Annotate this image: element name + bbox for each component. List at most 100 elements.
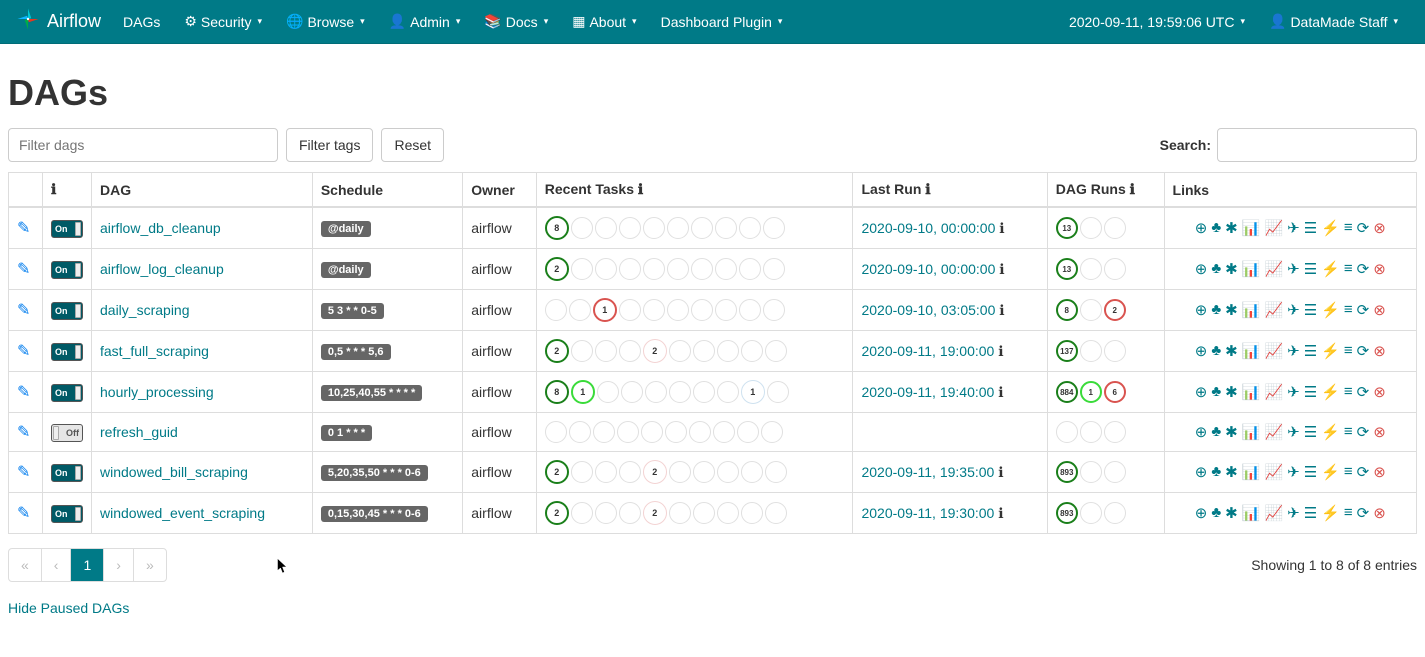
col-dag[interactable]: DAG — [92, 173, 313, 208]
run-circle[interactable]: 13 — [1056, 258, 1078, 280]
gantt-icon[interactable]: ☰ — [1304, 342, 1317, 360]
page-next[interactable]: › — [104, 549, 134, 581]
run-circle[interactable]: 893 — [1056, 461, 1078, 483]
last-run-link[interactable]: 2020-09-11, 19:35:00 — [861, 464, 994, 480]
last-run-link[interactable]: 2020-09-10, 03:05:00 — [861, 302, 995, 318]
info-icon[interactable]: ℹ — [925, 181, 930, 197]
col-schedule[interactable]: Schedule — [312, 173, 462, 208]
run-circle[interactable]: 1 — [1080, 381, 1102, 403]
schedule-badge[interactable]: 5,20,35,50 * * * 0-6 — [321, 465, 428, 481]
landing-icon[interactable]: ✈ — [1287, 342, 1300, 360]
duration-icon[interactable]: 📊 — [1242, 342, 1261, 360]
trigger-icon[interactable]: ⊕ — [1195, 219, 1208, 237]
info-icon[interactable]: ℹ — [638, 181, 643, 197]
trigger-icon[interactable]: ⊕ — [1195, 423, 1208, 441]
brand-link[interactable]: Airflow — [15, 6, 101, 37]
info-icon[interactable]: ℹ — [994, 384, 1003, 400]
delete-icon[interactable]: ⊗ — [1373, 504, 1386, 522]
code-icon[interactable]: ⚡ — [1321, 219, 1340, 237]
task-circle[interactable]: 2 — [545, 257, 569, 281]
tries-icon[interactable]: 📈 — [1264, 423, 1283, 441]
nav-browse[interactable]: 🌐 Browse▾ — [274, 0, 377, 43]
dag-link[interactable]: airflow_db_cleanup — [100, 220, 221, 236]
edit-icon[interactable]: ✎ — [17, 424, 30, 441]
tries-icon[interactable]: 📈 — [1264, 383, 1283, 401]
dag-toggle[interactable]: Off — [51, 424, 83, 442]
nav-user[interactable]: 👤 DataMade Staff▾ — [1257, 0, 1410, 43]
dag-toggle[interactable]: On — [51, 220, 83, 238]
tries-icon[interactable]: 📈 — [1264, 260, 1283, 278]
duration-icon[interactable]: 📊 — [1242, 423, 1261, 441]
page-1[interactable]: 1 — [71, 549, 104, 581]
nav-dashboard-plugin[interactable]: Dashboard Plugin▾ — [649, 0, 795, 43]
nav-clock[interactable]: 2020-09-11, 19:59:06 UTC▾ — [1057, 0, 1257, 43]
tree-icon[interactable]: ♣ — [1211, 423, 1221, 441]
run-circle[interactable]: 893 — [1056, 502, 1078, 524]
graph-icon[interactable]: ✱ — [1225, 342, 1238, 360]
nav-docs[interactable]: 📚 Docs▾ — [472, 0, 560, 43]
trigger-icon[interactable]: ⊕ — [1195, 504, 1208, 522]
task-circle[interactable]: 8 — [545, 380, 569, 404]
trigger-icon[interactable]: ⊕ — [1195, 463, 1208, 481]
delete-icon[interactable]: ⊗ — [1373, 423, 1386, 441]
tree-icon[interactable]: ♣ — [1211, 383, 1221, 401]
tries-icon[interactable]: 📈 — [1264, 219, 1283, 237]
edit-icon[interactable]: ✎ — [17, 261, 30, 278]
trigger-icon[interactable]: ⊕ — [1195, 260, 1208, 278]
schedule-badge[interactable]: 0,15,30,45 * * * 0-6 — [321, 506, 428, 522]
duration-icon[interactable]: 📊 — [1242, 301, 1261, 319]
logs-icon[interactable]: ≡ — [1344, 301, 1353, 319]
edit-icon[interactable]: ✎ — [17, 384, 30, 401]
trigger-icon[interactable]: ⊕ — [1195, 383, 1208, 401]
logs-icon[interactable]: ≡ — [1344, 342, 1353, 360]
nav-admin[interactable]: 👤 Admin▾ — [377, 0, 473, 43]
refresh-icon[interactable]: ⟳ — [1357, 301, 1370, 319]
filter-tags-button[interactable]: Filter tags — [286, 128, 373, 162]
duration-icon[interactable]: 📊 — [1242, 463, 1261, 481]
dag-link[interactable]: hourly_processing — [100, 384, 214, 400]
run-circle[interactable]: 8 — [1056, 299, 1078, 321]
delete-icon[interactable]: ⊗ — [1373, 383, 1386, 401]
graph-icon[interactable]: ✱ — [1225, 423, 1238, 441]
info-icon[interactable]: ℹ — [994, 505, 1003, 521]
filter-dags-input[interactable] — [8, 128, 278, 162]
refresh-icon[interactable]: ⟳ — [1357, 342, 1370, 360]
refresh-icon[interactable]: ⟳ — [1357, 260, 1370, 278]
duration-icon[interactable]: 📊 — [1242, 504, 1261, 522]
info-icon[interactable]: ℹ — [994, 343, 1003, 359]
edit-icon[interactable]: ✎ — [17, 343, 30, 360]
refresh-icon[interactable]: ⟳ — [1357, 463, 1370, 481]
landing-icon[interactable]: ✈ — [1287, 383, 1300, 401]
task-circle[interactable]: 2 — [643, 460, 667, 484]
gantt-icon[interactable]: ☰ — [1304, 504, 1317, 522]
graph-icon[interactable]: ✱ — [1225, 383, 1238, 401]
task-circle[interactable]: 2 — [643, 339, 667, 363]
landing-icon[interactable]: ✈ — [1287, 260, 1300, 278]
dag-link[interactable]: daily_scraping — [100, 302, 190, 318]
nav-dags[interactable]: DAGs — [111, 0, 172, 43]
tries-icon[interactable]: 📈 — [1264, 301, 1283, 319]
dag-link[interactable]: windowed_event_scraping — [100, 505, 265, 521]
gantt-icon[interactable]: ☰ — [1304, 383, 1317, 401]
logs-icon[interactable]: ≡ — [1344, 423, 1353, 441]
info-icon[interactable]: ℹ — [995, 220, 1004, 236]
landing-icon[interactable]: ✈ — [1287, 301, 1300, 319]
landing-icon[interactable]: ✈ — [1287, 219, 1300, 237]
tree-icon[interactable]: ♣ — [1211, 260, 1221, 278]
edit-icon[interactable]: ✎ — [17, 220, 30, 237]
code-icon[interactable]: ⚡ — [1321, 423, 1340, 441]
run-circle[interactable]: 13 — [1056, 217, 1078, 239]
dag-link[interactable]: refresh_guid — [100, 424, 178, 440]
gantt-icon[interactable]: ☰ — [1304, 423, 1317, 441]
graph-icon[interactable]: ✱ — [1225, 260, 1238, 278]
info-icon[interactable]: ℹ — [1130, 181, 1135, 197]
task-circle[interactable]: 2 — [545, 460, 569, 484]
dag-link[interactable]: fast_full_scraping — [100, 343, 209, 359]
info-icon[interactable]: ℹ — [994, 464, 1003, 480]
edit-icon[interactable]: ✎ — [17, 302, 30, 319]
refresh-icon[interactable]: ⟳ — [1357, 504, 1370, 522]
task-circle[interactable]: 8 — [545, 216, 569, 240]
dag-link[interactable]: airflow_log_cleanup — [100, 261, 224, 277]
refresh-icon[interactable]: ⟳ — [1357, 423, 1370, 441]
refresh-icon[interactable]: ⟳ — [1357, 219, 1370, 237]
